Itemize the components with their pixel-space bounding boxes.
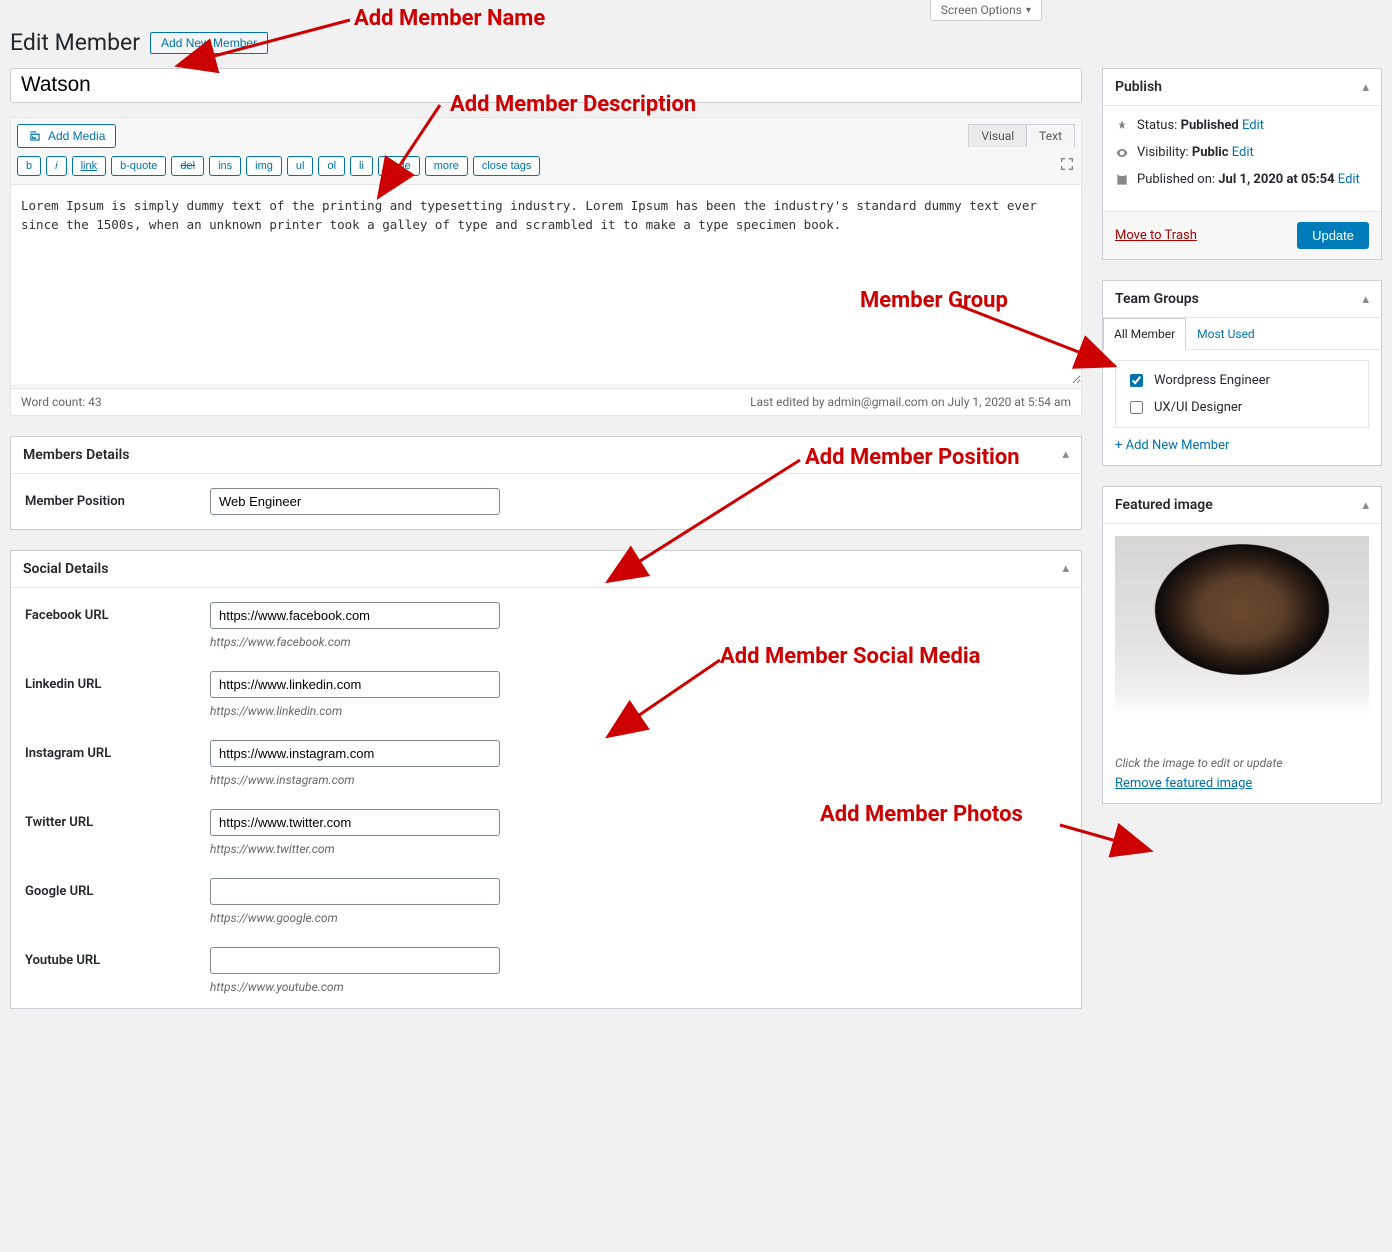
member-position-label: Member Position (25, 488, 210, 509)
social-hint: https://www.instagram.com (210, 773, 500, 787)
add-media-label: Add Media (48, 129, 105, 143)
team-group-checkbox[interactable] (1130, 374, 1143, 387)
featured-image-box: Featured image ▴ Click the image to edit… (1102, 486, 1382, 804)
collapse-toggle-icon[interactable]: ▴ (1362, 80, 1369, 95)
publish-box: Publish ▴ Status: Published Edit Visibil… (1102, 68, 1382, 260)
team-groups-tab-all[interactable]: All Member (1103, 318, 1186, 350)
fullscreen-icon[interactable] (1059, 156, 1075, 176)
social-input-facebook[interactable] (210, 602, 500, 629)
social-input-twitter[interactable] (210, 809, 500, 836)
team-groups-box: Team Groups ▴ All Member Most Used Wordp… (1102, 280, 1382, 466)
social-hint: https://www.google.com (210, 911, 500, 925)
remove-featured-image-link[interactable]: Remove featured image (1115, 776, 1252, 791)
team-group-item[interactable]: Wordpress Engineer (1126, 371, 1358, 390)
team-group-label: Wordpress Engineer (1154, 373, 1270, 388)
editor-tab-visual[interactable]: Visual (968, 124, 1027, 147)
team-group-checkbox[interactable] (1130, 401, 1143, 414)
add-media-button[interactable]: Add Media (17, 124, 116, 148)
social-hint: https://www.linkedin.com (210, 704, 500, 718)
member-name-input[interactable] (10, 68, 1082, 103)
featured-image-note: Click the image to edit or update (1115, 756, 1369, 770)
member-position-input[interactable] (210, 488, 500, 515)
edit-published-link[interactable]: Edit (1338, 172, 1360, 187)
quicktag-del[interactable]: del (171, 156, 204, 176)
team-groups-heading: Team Groups (1115, 291, 1199, 307)
collapse-toggle-icon[interactable]: ▴ (1362, 292, 1369, 307)
published-label: Published on: (1137, 172, 1215, 187)
social-input-google[interactable] (210, 878, 500, 905)
word-count: Word count: 43 (21, 395, 102, 409)
team-group-item[interactable]: UX/UI Designer (1126, 398, 1358, 417)
featured-image[interactable] (1115, 536, 1369, 746)
collapse-toggle-icon[interactable]: ▴ (1362, 498, 1369, 513)
edit-visibility-link[interactable]: Edit (1232, 145, 1254, 160)
quicktag-b[interactable]: b (17, 156, 41, 176)
social-input-youtube[interactable] (210, 947, 500, 974)
quicktag-b-quote[interactable]: b-quote (111, 156, 166, 176)
quicktag-link[interactable]: link (72, 156, 107, 176)
social-details-box: Social Details ▴ Facebook URLhttps://www… (10, 550, 1082, 1009)
published-value: Jul 1, 2020 at 05:54 (1218, 172, 1334, 187)
quicktag-ol[interactable]: ol (318, 156, 345, 176)
update-button[interactable]: Update (1297, 222, 1369, 249)
quicktag-close-tags[interactable]: close tags (473, 156, 541, 176)
calendar-icon (1115, 173, 1129, 187)
visibility-label: Visibility: (1137, 145, 1189, 160)
eye-icon (1115, 146, 1129, 160)
members-details-heading: Members Details (23, 447, 129, 463)
editor-tab-text[interactable]: Text (1026, 124, 1075, 147)
quicktag-ul[interactable]: ul (287, 156, 314, 176)
status-value: Published (1181, 118, 1239, 133)
social-input-linkedin[interactable] (210, 671, 500, 698)
status-label: Status: (1137, 118, 1177, 133)
social-label: Facebook URL (25, 602, 210, 623)
edit-status-link[interactable]: Edit (1242, 118, 1264, 133)
add-new-member-group-link[interactable]: + Add New Member (1115, 438, 1229, 453)
social-label: Youtube URL (25, 947, 210, 968)
add-new-member-button[interactable]: Add New Member (150, 32, 268, 54)
team-group-label: UX/UI Designer (1154, 400, 1242, 415)
social-hint: https://www.youtube.com (210, 980, 500, 994)
publish-heading: Publish (1115, 79, 1162, 95)
member-description-textarea[interactable] (11, 184, 1081, 384)
social-label: Twitter URL (25, 809, 210, 830)
team-groups-tab-most[interactable]: Most Used (1186, 318, 1266, 350)
featured-image-heading: Featured image (1115, 497, 1213, 513)
quicktag-more[interactable]: more (425, 156, 468, 176)
quicktag-i[interactable]: i (46, 156, 66, 176)
page-title: Edit Member (10, 29, 140, 56)
members-details-box: Members Details ▴ Member Position (10, 436, 1082, 530)
quicktag-li[interactable]: li (350, 156, 373, 176)
last-edited: Last edited by admin@gmail.com on July 1… (750, 395, 1071, 409)
quicktag-img[interactable]: img (246, 156, 282, 176)
quicktag-ins[interactable]: ins (209, 156, 241, 176)
screen-options-toggle[interactable]: Screen Options (930, 0, 1042, 21)
media-icon (28, 129, 42, 143)
social-label: Google URL (25, 878, 210, 899)
social-hint: https://www.facebook.com (210, 635, 500, 649)
collapse-toggle-icon[interactable]: ▴ (1062, 561, 1069, 576)
social-hint: https://www.twitter.com (210, 842, 500, 856)
social-details-heading: Social Details (23, 561, 108, 577)
visibility-value: Public (1192, 145, 1229, 160)
social-input-instagram[interactable] (210, 740, 500, 767)
collapse-toggle-icon[interactable]: ▴ (1062, 447, 1069, 462)
move-to-trash-link[interactable]: Move to Trash (1115, 228, 1197, 243)
editor: Add Media Visual Text bilinkb-quotedelin… (10, 117, 1082, 416)
quicktag-code[interactable]: code (378, 156, 420, 176)
pin-icon (1115, 119, 1129, 133)
social-label: Instagram URL (25, 740, 210, 761)
social-label: Linkedin URL (25, 671, 210, 692)
